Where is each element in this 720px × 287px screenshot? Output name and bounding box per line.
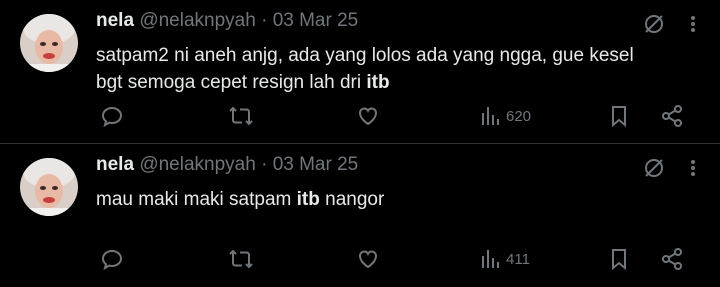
share-icon [660,247,684,271]
tweet[interactable]: nela @nelaknpyah · 03 Mar 25 mau maki ma… [0,143,720,286]
like-button[interactable] [356,242,380,276]
retweet-icon [228,247,254,271]
tweet-date[interactable]: 03 Mar 25 [273,154,359,175]
reply-icon [100,247,124,271]
like-icon [356,104,380,128]
retweet-button[interactable] [228,242,254,276]
retweet-icon [228,104,254,128]
bookmark-icon [608,247,630,271]
reply-button[interactable] [100,99,124,133]
share-icon [660,104,684,128]
tweet-actions: 620 [96,99,696,133]
tweet-header: nela @nelaknpyah · 03 Mar 25 [96,152,358,178]
tweet-text-bold: itb [296,189,320,210]
avatar[interactable] [20,158,78,216]
reply-icon [100,104,124,128]
tweet-text-part: satpam2 ni aneh anjg, ada yang lolos ada… [96,45,634,93]
views-count: 411 [506,250,530,268]
tweet[interactable]: nela @nelaknpyah · 03 Mar 25 satpam2 ni … [0,0,720,143]
author-handle[interactable]: @nelaknpyah [139,154,255,175]
like-button[interactable] [356,99,380,133]
author-name[interactable]: nela [96,10,134,31]
author-handle[interactable]: @nelaknpyah [139,10,255,31]
tweet-text-part: nangor [319,189,385,210]
like-icon [356,247,380,271]
views-count: 620 [506,107,532,125]
separator-dot: · [261,154,268,175]
tweet-date[interactable]: 03 Mar 25 [273,10,359,31]
retweet-button[interactable] [228,99,254,133]
grok-icon[interactable] [642,12,666,36]
tweet-top-icons [642,12,696,36]
views-icon [480,105,502,127]
bookmark-button[interactable] [608,242,630,276]
tweet-text-bold: itb [366,72,390,93]
views-icon [480,248,502,270]
reply-button[interactable] [100,242,124,276]
grok-icon[interactable] [642,156,666,180]
views-button[interactable]: 620 [480,99,531,133]
views-button[interactable]: 411 [480,242,530,276]
tweet-actions: 411 [96,242,696,276]
bookmark-icon [608,104,630,128]
more-icon[interactable] [690,15,696,33]
share-button[interactable] [660,242,684,276]
tweet-text-part: mau maki maki satpam [96,189,297,210]
tweet-text: mau maki maki satpam itb nangor [96,186,656,213]
tweet-text: satpam2 ni aneh anjg, ada yang lolos ada… [96,42,656,96]
author-name[interactable]: nela [96,154,134,175]
tweet-top-icons [642,156,696,180]
share-button[interactable] [660,99,684,133]
avatar[interactable] [20,14,78,72]
separator-dot: · [261,10,268,31]
bookmark-button[interactable] [608,99,630,133]
more-icon[interactable] [690,159,696,177]
tweet-header: nela @nelaknpyah · 03 Mar 25 [96,8,358,34]
